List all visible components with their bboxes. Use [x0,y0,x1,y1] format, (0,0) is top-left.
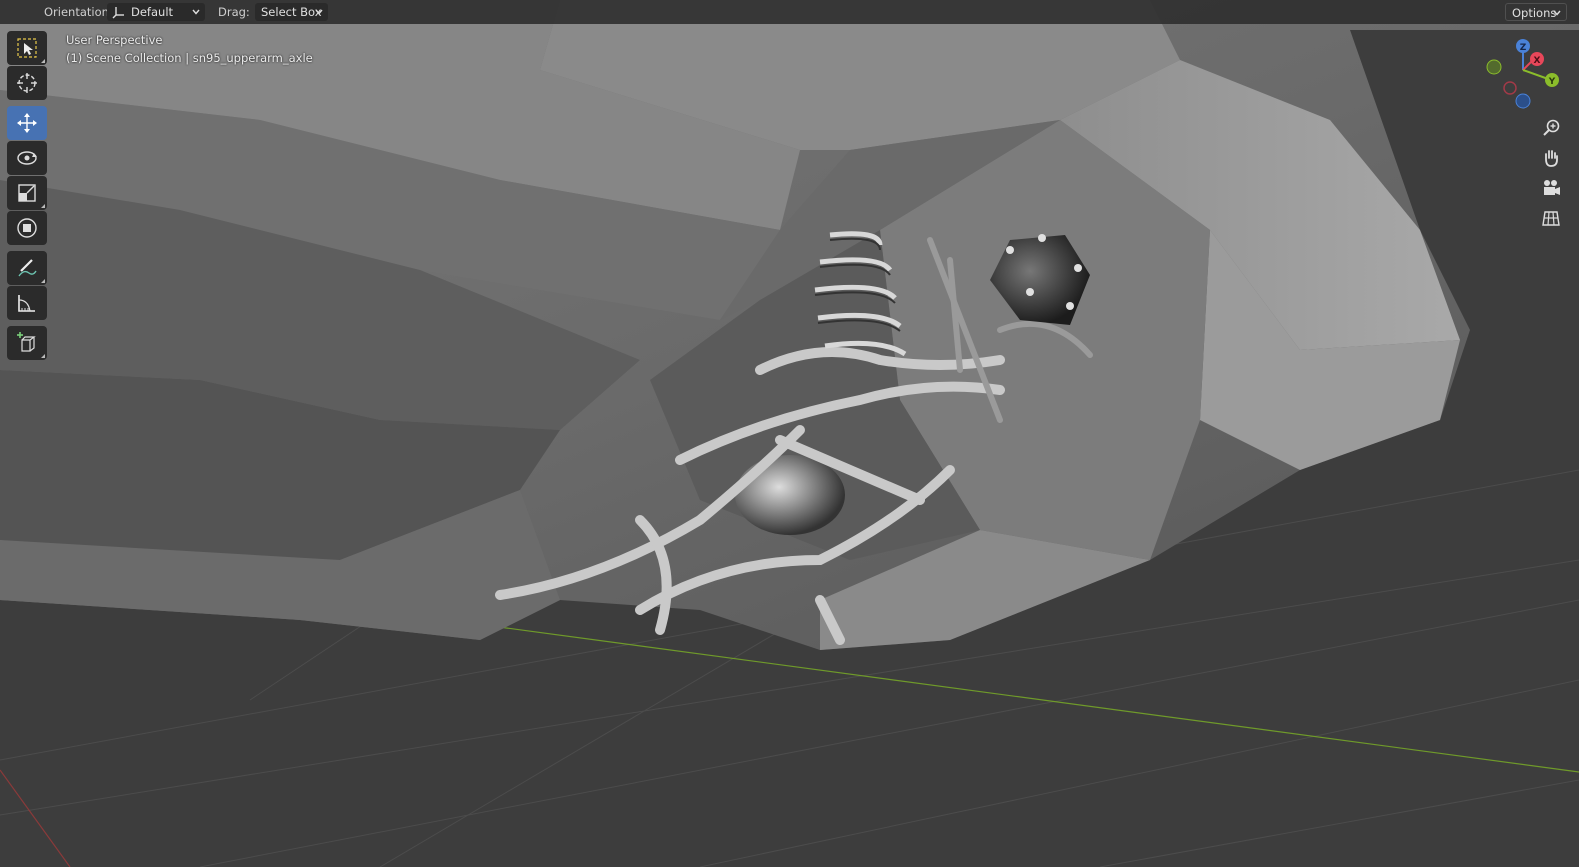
x-neg-axis [1503,81,1517,95]
options-dropdown[interactable]: Options [1505,3,1567,21]
ortho-toggle-button[interactable] [1537,204,1565,232]
collection-info: (1) Scene Collection | sn95_upperarm_axl… [66,51,313,65]
chevron-down-icon [315,9,323,15]
y-axis-label: Y [1548,77,1556,87]
camera-icon [1544,180,1560,195]
z-neg-axis [1515,93,1531,109]
scene-render[interactable] [0,0,1579,867]
orientation-label: Orientation: [44,5,113,19]
cursor-icon [17,73,37,93]
annotate-icon [18,259,37,277]
measure-icon [18,295,35,312]
select-box-icon [17,38,37,58]
options-label: Options [1512,6,1557,20]
view-name: User Perspective [66,33,163,47]
rotate-icon [17,151,37,165]
3d-viewport[interactable]: Orientation: Default Drag: Select Box Op… [0,0,1579,867]
measure-tool[interactable] [7,286,47,320]
add-cube-icon [17,332,36,352]
x-axis-label: X [1534,56,1541,66]
zoom-icon [1543,119,1560,136]
chevron-down-icon [192,9,200,15]
drag-value: Select Box [261,5,322,19]
drag-dropdown[interactable]: Select Box [255,3,328,21]
move-tool[interactable] [7,106,47,140]
cursor-tool[interactable] [7,66,47,100]
chevron-down-icon [1553,10,1561,16]
scale-tool[interactable] [7,176,47,210]
transform-tool[interactable] [7,211,47,245]
z-axis-label: Z [1520,43,1527,53]
viewport-header: Orientation: Default Drag: Select Box Op… [0,0,1579,24]
orientation-axes-icon [112,7,124,19]
add-cube-tool[interactable] [7,326,47,360]
select-box-tool[interactable] [7,31,47,65]
y-neg-axis [1486,59,1502,75]
rotate-tool[interactable] [7,141,47,175]
hand-pan-icon [1545,150,1558,167]
navigation-gizmo[interactable]: Z X Y [1482,36,1562,112]
scale-icon [18,184,36,202]
orientation-dropdown[interactable]: Default [107,3,205,21]
transform-icon [17,218,37,238]
camera-view-button[interactable] [1537,174,1565,202]
annotate-tool[interactable] [7,251,47,285]
zoom-button[interactable] [1537,114,1565,142]
grid-view-icon [1542,211,1560,226]
drag-label: Drag: [218,5,250,19]
orientation-value: Default [131,5,174,19]
move-icon [17,113,37,133]
pan-button[interactable] [1537,144,1565,172]
